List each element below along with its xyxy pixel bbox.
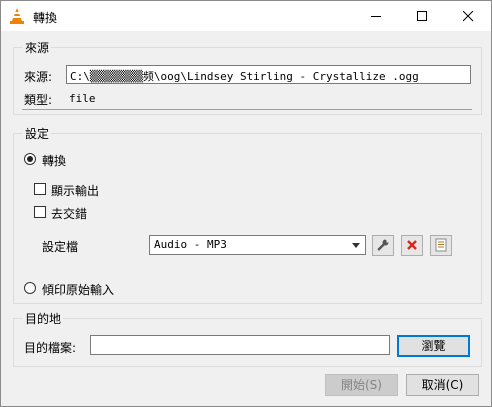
minimize-button[interactable] [353, 1, 399, 31]
destination-group-title: 目的地 [23, 310, 64, 327]
window-title: 轉換 [33, 11, 58, 25]
vlc-cone-icon [10, 8, 24, 24]
profile-label: 設定檔 [42, 240, 79, 254]
source-label: 來源: [24, 70, 53, 84]
new-profile-button[interactable] [430, 235, 452, 256]
deinterlace-label: 去交錯 [51, 207, 88, 221]
new-profile-icon [435, 238, 447, 252]
source-group: 來源 來源: C:\▒▒▒▒▒▒▒▒频\oog\Lindsey Stirling… [13, 39, 482, 115]
browse-button[interactable]: 瀏覽 [397, 335, 470, 357]
destination-group: 目的地 目的檔案: 瀏覽 [13, 310, 482, 367]
convert-dialog: 轉換 來源 來源: C:\▒▒▒▒▒▒▒▒频\oog\Lindsey Stirl… [0, 0, 492, 407]
edit-profile-button[interactable] [372, 235, 394, 256]
minimize-icon [371, 16, 381, 17]
source-path-field[interactable]: C:\▒▒▒▒▒▒▒▒频\oog\Lindsey Stirling - Crys… [66, 65, 471, 84]
chevron-down-icon [352, 243, 360, 248]
start-button[interactable]: 開始(S) [325, 374, 398, 396]
maximize-icon [417, 11, 427, 21]
show-output-checkbox[interactable] [34, 183, 46, 195]
dump-raw-input-radio[interactable] [24, 282, 36, 294]
profile-select[interactable]: Audio - MP3 [149, 235, 366, 255]
cancel-button[interactable]: 取消(C) [406, 374, 479, 396]
type-label: 類型: [24, 93, 53, 107]
destination-file-input[interactable] [90, 335, 390, 355]
convert-radio[interactable] [24, 153, 36, 165]
source-divider [22, 109, 472, 110]
show-output-label: 顯示輸出 [51, 184, 100, 198]
profile-select-value: Audio - MP3 [154, 238, 227, 251]
settings-group-title: 設定 [23, 125, 52, 142]
red-x-icon [407, 240, 417, 250]
maximize-button[interactable] [399, 1, 445, 31]
delete-profile-button[interactable] [401, 235, 423, 256]
close-button[interactable] [445, 1, 491, 31]
destination-file-label: 目的檔案: [24, 341, 77, 355]
convert-radio-label: 轉換 [42, 154, 67, 168]
settings-group: 設定 轉換 顯示輸出 去交錯 設定檔 Audio - MP3 傾印原始輸入 [13, 125, 482, 304]
dump-raw-input-label: 傾印原始輸入 [42, 283, 115, 297]
source-group-title: 來源 [23, 39, 52, 56]
title-bar[interactable]: 轉換 [1, 1, 491, 31]
type-value: file [69, 92, 96, 105]
source-path-value: C:\▒▒▒▒▒▒▒▒频\oog\Lindsey Stirling - Crys… [70, 70, 419, 83]
wrench-icon [377, 239, 389, 251]
deinterlace-checkbox[interactable] [34, 206, 46, 218]
close-icon [463, 11, 474, 22]
